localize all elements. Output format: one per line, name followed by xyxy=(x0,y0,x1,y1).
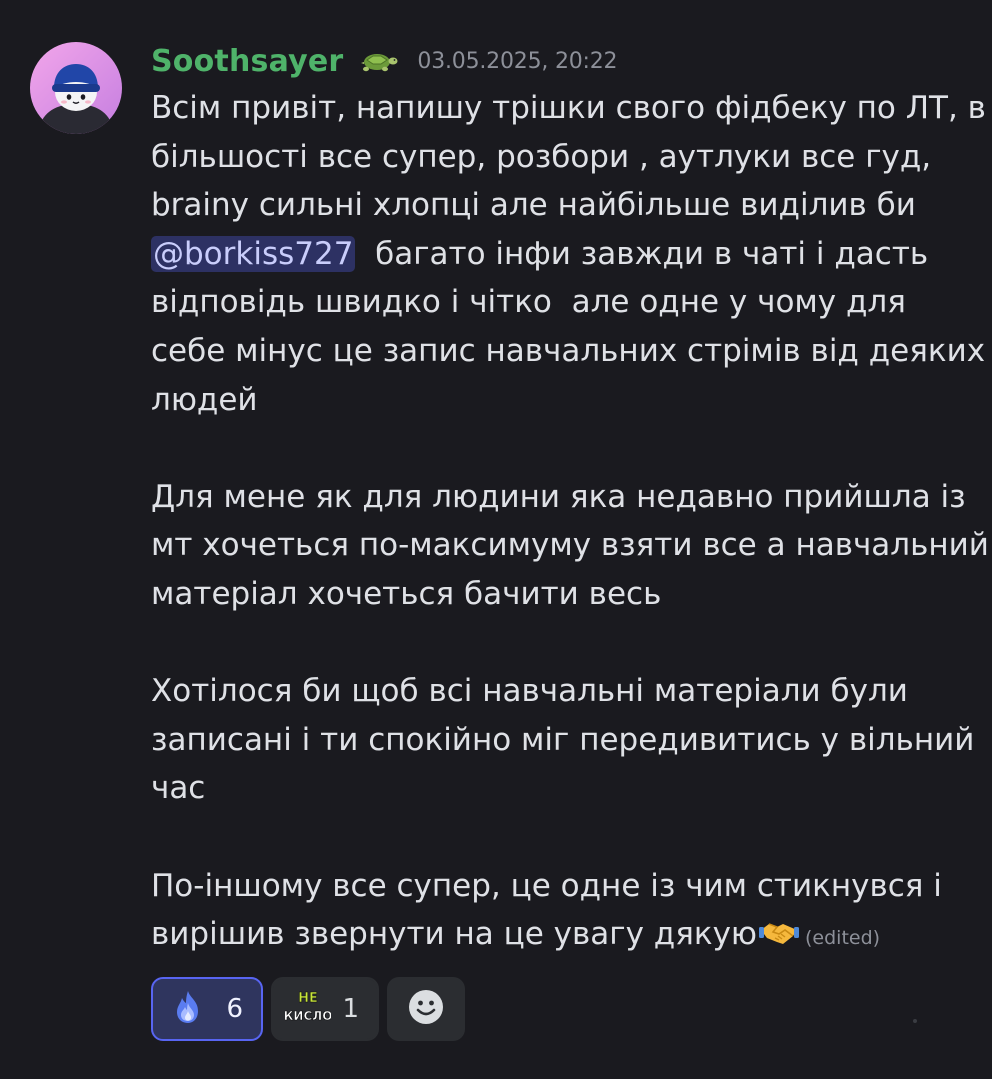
message-line-last: вирішив звернути на це увагу дякую (edit… xyxy=(151,910,981,959)
sticker-text-bottom: КИСЛО xyxy=(285,1009,331,1023)
message-content: Всім привіт, напишу трішки свого фідбеку… xyxy=(151,84,989,959)
message-line: brainy сильні хлопці але найбільше виділ… xyxy=(151,187,916,224)
message-line: людей xyxy=(151,381,258,418)
user-mention[interactable]: @borkiss727 xyxy=(151,235,356,272)
edited-label: (edited) xyxy=(805,927,881,950)
message-line: відповідь швидко і чітко але одне у чому… xyxy=(151,284,906,321)
chat-message: Soothsayer 03.05.2025, 20:22 Всім привіт… xyxy=(0,0,992,1079)
message-text: багато інфи завжди в чаті і дасть xyxy=(355,235,929,272)
sticker-text-top: НЕ xyxy=(298,991,318,1006)
message-line: Для мене як для людини яка недавно прийш… xyxy=(151,478,966,515)
turtle-icon[interactable] xyxy=(355,48,399,74)
timestamp[interactable]: 03.05.2025, 20:22 xyxy=(417,49,617,74)
message-text: вирішив звернути на це увагу дякую xyxy=(151,916,758,953)
ne-kyslo-sticker-icon: НЕ КИСЛО xyxy=(283,987,332,1031)
message-line: себе мінус це запис навчальних стрімів в… xyxy=(151,332,986,369)
reaction-ne-kyslo[interactable]: НЕ КИСЛО 1 xyxy=(271,977,379,1041)
avatar[interactable] xyxy=(30,42,122,134)
reaction-count: 6 xyxy=(226,994,243,1024)
message-line: По-іншому все супер, це одне із чим стик… xyxy=(151,867,942,904)
message-line: записані і ти спокійно міг передивитись … xyxy=(151,721,975,758)
add-reaction-button[interactable] xyxy=(387,977,465,1041)
message-header: Soothsayer 03.05.2025, 20:22 xyxy=(151,38,618,84)
message-line: матеріал хочеться бачити весь xyxy=(151,575,662,612)
message-line: час xyxy=(151,770,206,807)
username[interactable]: Soothsayer xyxy=(151,44,343,79)
reaction-count: 1 xyxy=(342,994,359,1024)
message-line: Хотілося би щоб всі навчальні матеріали … xyxy=(151,673,908,710)
message-line: мт хочеться по-максимуму взяти все а нав… xyxy=(151,527,989,564)
divider-dot xyxy=(913,1019,917,1023)
message-line-with-mention: @borkiss727 багато інфи завжди в чаті і … xyxy=(151,230,981,279)
handshake-icon xyxy=(759,914,800,945)
blue-flame-icon xyxy=(171,989,205,1029)
message-line: більшості все супер, розбори , аутлуки в… xyxy=(151,138,932,175)
reaction-flame[interactable]: 6 xyxy=(151,977,263,1041)
reactions-bar: 6 НЕ КИСЛО 1 xyxy=(151,977,465,1041)
smiley-face-icon xyxy=(408,989,444,1029)
avatar-image xyxy=(30,42,122,134)
message-line: Всім привіт, напишу трішки свого фідбеку… xyxy=(151,90,986,126)
